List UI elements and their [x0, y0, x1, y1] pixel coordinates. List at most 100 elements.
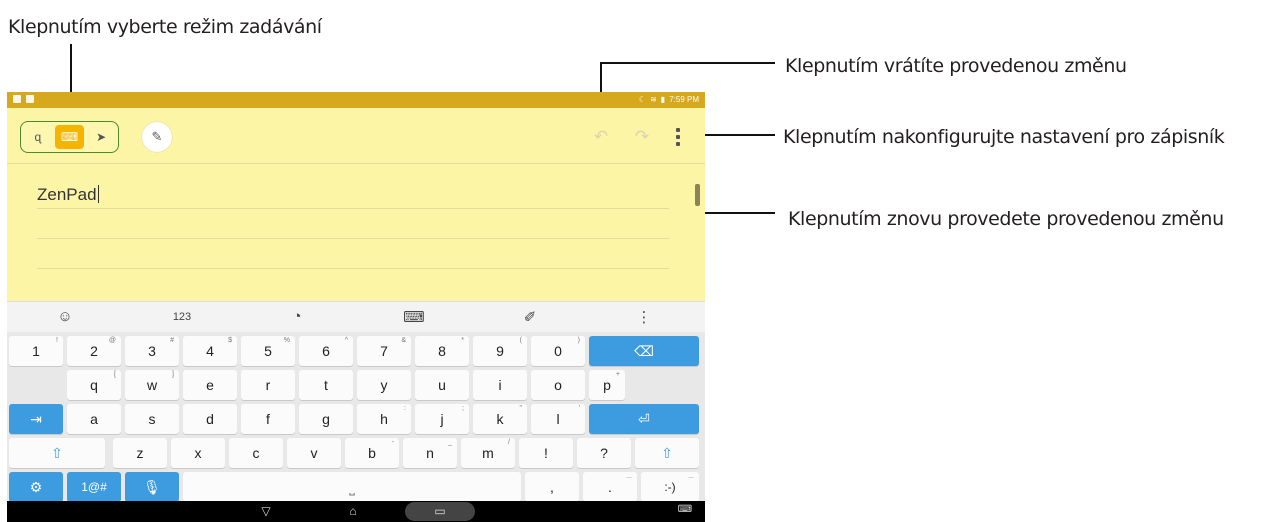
- key-label: w: [146, 377, 158, 393]
- key-9[interactable]: 9(: [473, 336, 527, 366]
- smiley-key[interactable]: :-)...: [641, 472, 699, 502]
- key-0[interactable]: 0): [531, 336, 585, 366]
- key-label: m: [482, 445, 494, 461]
- key-hint: *: [461, 337, 464, 344]
- key-i[interactable]: i: [473, 370, 527, 400]
- input-mode-selector: ɋ ⌨ ➤: [20, 121, 119, 153]
- shift-left-key[interactable]: ⇧: [9, 438, 105, 468]
- key-n[interactable]: n _: [403, 438, 457, 468]
- key-h[interactable]: h:: [357, 404, 411, 434]
- keyboard-icon: ⌨: [403, 309, 425, 326]
- key-w[interactable]: w]: [125, 370, 179, 400]
- key-5[interactable]: 5%: [241, 336, 295, 366]
- key-label: e: [206, 377, 214, 393]
- key-label: h: [380, 411, 388, 427]
- key-g[interactable]: g: [299, 404, 353, 434]
- back-button[interactable]: ▽: [256, 504, 276, 518]
- toolbar-divider: [7, 163, 705, 164]
- key-v[interactable]: v: [287, 438, 341, 468]
- shift-icon: ⇧: [661, 444, 673, 461]
- key-exclamation[interactable]: !: [519, 438, 573, 468]
- key-s[interactable]: s: [125, 404, 179, 434]
- key-3[interactable]: 3 #: [125, 336, 179, 366]
- key-hint: ^: [344, 337, 348, 344]
- key-u[interactable]: u: [415, 370, 469, 400]
- key-hint: ...: [688, 473, 694, 480]
- keyboard-more-button[interactable]: ⋮: [629, 308, 659, 326]
- note-text[interactable]: ZenPad: [37, 185, 99, 205]
- key-label: z: [136, 445, 144, 461]
- undo-button[interactable]: ↶: [592, 128, 610, 146]
- key-2[interactable]: 2 @: [67, 336, 121, 366]
- key-8[interactable]: 8 *: [415, 336, 469, 366]
- key-m[interactable]: m /: [461, 438, 515, 468]
- more-options-button[interactable]: [673, 128, 683, 146]
- key-q[interactable]: q[: [67, 370, 121, 400]
- note-line: [37, 268, 669, 269]
- keyboard-switch-button[interactable]: ⌨: [675, 504, 695, 515]
- handwriting-mode-button[interactable]: ɋ: [23, 125, 53, 149]
- backspace-key[interactable]: ⌫: [589, 336, 699, 366]
- key-4[interactable]: 4 $: [183, 336, 237, 366]
- emoji-button[interactable]: ☺: [50, 308, 80, 325]
- redo-button[interactable]: ↷: [633, 128, 651, 146]
- key-r[interactable]: r: [241, 370, 295, 400]
- key-j[interactable]: j;: [415, 404, 469, 434]
- key-label: 8: [438, 343, 446, 359]
- callout-input-mode: Klepnutím vyberte režim zadávání: [8, 16, 322, 38]
- enter-key[interactable]: ⏎: [589, 404, 699, 434]
- key-b[interactable]: b-: [345, 438, 399, 468]
- key-p[interactable]: p +: [589, 370, 625, 400]
- keyboard-mode-button[interactable]: ⌨: [54, 125, 85, 149]
- symbols-key[interactable]: 1@#: [67, 472, 121, 502]
- key-k[interactable]: k ": [473, 404, 527, 434]
- space-icon: ⎵: [349, 478, 355, 495]
- key-hint: -: [391, 439, 394, 446]
- key-period[interactable]: ....: [583, 472, 637, 502]
- key-comma[interactable]: ,: [525, 472, 579, 502]
- keyboard-icon: ⌨: [60, 130, 79, 144]
- mic-key[interactable]: 🎙: [125, 472, 179, 502]
- key-question[interactable]: ?: [577, 438, 631, 468]
- key-7[interactable]: 7 &: [357, 336, 411, 366]
- key-c[interactable]: c: [229, 438, 283, 468]
- pen-settings-button[interactable]: ✎: [142, 122, 172, 152]
- key-l[interactable]: l ': [531, 404, 585, 434]
- key-d[interactable]: d: [183, 404, 237, 434]
- back-icon: ▽: [261, 504, 271, 518]
- brush-mode-button[interactable]: ➤: [86, 125, 116, 149]
- key-o[interactable]: o: [531, 370, 585, 400]
- space-key[interactable]: ⎵: [183, 472, 521, 502]
- keyboard-toolbar: ☺ 123 ◔ ⌨ ✐ ⋮: [7, 301, 705, 332]
- text-caret: [97, 185, 99, 203]
- scrollbar-thumb[interactable]: [695, 184, 700, 206]
- keyboard-layout-button[interactable]: ⌨: [399, 308, 429, 326]
- key-1[interactable]: 1!: [9, 336, 63, 366]
- key-e[interactable]: e: [183, 370, 237, 400]
- home-button[interactable]: ⌂: [343, 504, 363, 518]
- key-6[interactable]: 6 ^: [299, 336, 353, 366]
- settings-key[interactable]: ⚙: [9, 472, 63, 502]
- key-label: n: [426, 445, 434, 461]
- key-label: s: [148, 411, 156, 427]
- clipboard-button[interactable]: ✐: [515, 308, 545, 326]
- key-hint: @: [108, 337, 116, 344]
- microphone-icon: 🎙: [143, 478, 161, 495]
- key-a[interactable]: a: [67, 404, 121, 434]
- key-f[interactable]: f: [241, 404, 295, 434]
- key-label: 7: [380, 343, 388, 359]
- key-label: 1@#: [81, 480, 107, 494]
- theme-button[interactable]: ◔: [282, 308, 312, 325]
- key-x[interactable]: x: [171, 438, 225, 468]
- home-icon: ⌂: [349, 504, 357, 518]
- numbers-button[interactable]: 123: [167, 311, 197, 323]
- key-z[interactable]: z: [113, 438, 167, 468]
- key-y[interactable]: y: [357, 370, 411, 400]
- notepad-area[interactable]: ɋ ⌨ ➤ ✎ ↶ ↷ ZenPad: [7, 108, 705, 301]
- key-label: :-): [664, 480, 676, 494]
- shift-right-key[interactable]: ⇧: [635, 438, 699, 468]
- key-t[interactable]: t: [299, 370, 353, 400]
- notification-icons: [13, 95, 34, 103]
- recents-button[interactable]: ▭: [430, 504, 450, 518]
- tab-key[interactable]: ⇥: [9, 404, 63, 434]
